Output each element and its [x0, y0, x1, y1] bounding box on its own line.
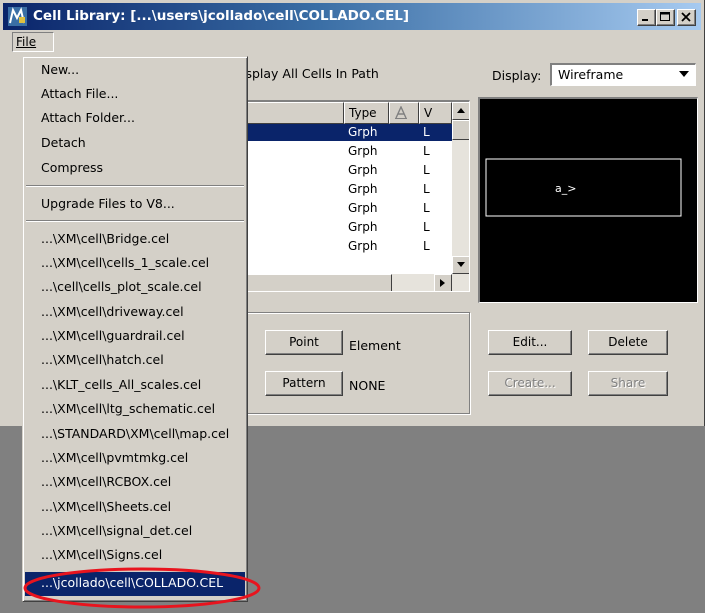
display-mode-select[interactable]: Wireframe: [550, 63, 696, 86]
arrow-right-icon: [440, 279, 445, 287]
menu-item-recent-file[interactable]: ...\XM\cell\Sheets.cel: [25, 496, 245, 520]
menu-file-label: File: [16, 35, 37, 49]
edit-button-label: Edit...: [512, 335, 548, 349]
horizontal-scroll-thumb[interactable]: [242, 274, 392, 291]
point-button-label: Point: [289, 335, 319, 349]
menu-item-recent-file[interactable]: ...\XM\cell\guardrail.cel: [25, 325, 245, 349]
share-button-label: Share: [610, 376, 646, 390]
table-row[interactable]: Grph L: [242, 219, 452, 236]
table-row[interactable]: Grph L: [242, 143, 452, 160]
table-row[interactable]: Grph L: [242, 124, 452, 141]
table-row[interactable]: Grph L: [242, 181, 452, 198]
cell-list-table[interactable]: Type V Grph L Grph L Grph L Grph L Grph L Grp…: [240, 100, 470, 292]
vertical-scrollbar[interactable]: [452, 102, 469, 274]
horizontal-scrollbar[interactable]: [242, 274, 469, 291]
display-label: Display:: [492, 68, 542, 83]
column-header-level[interactable]: V: [419, 102, 452, 124]
font-icon: [395, 105, 407, 119]
arrow-down-icon: [457, 262, 465, 267]
column-header-name[interactable]: [242, 102, 344, 124]
title-bar[interactable]: Cell Library: [...\users\jcollado\cell\C…: [3, 3, 701, 30]
table-row[interactable]: Grph L: [242, 238, 452, 255]
menu-item-recent-file[interactable]: ...\STANDARD\XM\cell\map.cel: [25, 423, 245, 447]
row-type: Grph: [348, 220, 378, 234]
pattern-button[interactable]: Pattern: [265, 371, 343, 396]
share-button[interactable]: Share: [588, 371, 668, 396]
scroll-up-button[interactable]: [452, 102, 469, 120]
table-row[interactable]: Grph L: [242, 162, 452, 179]
table-row[interactable]: Grph L: [242, 200, 452, 217]
menu-item-recent-file[interactable]: ...\XM\cell\RCBOX.cel: [25, 471, 245, 495]
create-button[interactable]: Create...: [488, 371, 572, 396]
active-pattern-value: NONE: [349, 378, 386, 393]
preview-cell-text: a_>: [555, 182, 576, 195]
menu-item-detach[interactable]: Detach: [25, 132, 245, 156]
scroll-right-button[interactable]: [434, 274, 452, 291]
file-menu-dropdown: New... Attach File... Attach Folder... D…: [22, 56, 248, 602]
row-type: Grph: [348, 144, 378, 158]
close-icon: [681, 12, 691, 22]
menu-item-new[interactable]: New...: [25, 59, 245, 83]
minimize-icon: [642, 19, 648, 21]
scroll-down-button[interactable]: [452, 256, 469, 274]
cell-preview: a_>: [478, 97, 698, 303]
menu-item-attach-file[interactable]: Attach File...: [25, 83, 245, 107]
menu-item-recent-file[interactable]: ...\XM\cell\cells_1_scale.cel: [25, 252, 245, 276]
menu-item-recent-file[interactable]: ...\XM\cell\hatch.cel: [25, 349, 245, 373]
menu-bar: File: [3, 31, 701, 53]
cell-library-window: Cell Library: [...\users\jcollado\cell\C…: [0, 0, 705, 613]
row-level: L: [423, 201, 430, 215]
pattern-button-label: Pattern: [282, 376, 326, 390]
menu-item-upgrade-files[interactable]: Upgrade Files to V8...: [25, 193, 245, 217]
active-point-value: Element: [349, 338, 401, 353]
row-level: L: [423, 144, 430, 158]
row-level: L: [423, 125, 430, 139]
menu-item-recent-file[interactable]: ...\cell\cells_plot_scale.cel: [25, 276, 245, 300]
highlight-ellipse-annotation: [23, 567, 261, 609]
active-cells-group: [240, 312, 470, 414]
menu-item-compress[interactable]: Compress: [25, 157, 245, 181]
maximize-button[interactable]: [656, 9, 675, 26]
row-level: L: [423, 239, 430, 253]
menu-item-recent-file[interactable]: ...\XM\cell\ltg_schematic.cel: [25, 398, 245, 422]
menu-separator: [26, 185, 244, 187]
column-header-type[interactable]: Type: [344, 102, 389, 124]
display-all-cells-label: isplay All Cells In Path: [242, 66, 379, 81]
point-button[interactable]: Point: [265, 330, 343, 355]
column-header-font[interactable]: [389, 102, 419, 124]
display-mode-value: Wireframe: [558, 67, 624, 82]
row-level: L: [423, 182, 430, 196]
menu-file[interactable]: File: [12, 32, 54, 52]
menu-item-recent-file[interactable]: ...\KLT_cells_All_scales.cel: [25, 374, 245, 398]
arrow-up-icon: [457, 108, 465, 113]
row-type: Grph: [348, 125, 378, 139]
menu-item-recent-file[interactable]: ...\XM\cell\Signs.cel: [25, 544, 245, 568]
menu-item-recent-file[interactable]: ...\XM\cell\driveway.cel: [25, 301, 245, 325]
menu-separator: [26, 220, 244, 222]
menu-item-recent-file[interactable]: ...\XM\cell\signal_det.cel: [25, 520, 245, 544]
close-button[interactable]: [677, 9, 696, 26]
maximize-icon: [660, 12, 670, 21]
preview-drawing: a_>: [485, 158, 682, 217]
row-type: Grph: [348, 201, 378, 215]
menu-item-attach-folder[interactable]: Attach Folder...: [25, 107, 245, 131]
edit-button[interactable]: Edit...: [488, 330, 572, 355]
chevron-down-icon: [679, 71, 689, 77]
table-header: Type V: [242, 102, 452, 124]
menu-item-recent-file[interactable]: ...\XM\cell\Bridge.cel: [25, 228, 245, 252]
delete-button-label: Delete: [608, 335, 648, 349]
row-level: L: [423, 163, 430, 177]
row-type: Grph: [348, 239, 378, 253]
microstation-app-icon: [8, 7, 27, 26]
row-level: L: [423, 220, 430, 234]
menu-item-recent-file[interactable]: ...\XM\cell\pvmtmkg.cel: [25, 447, 245, 471]
delete-button[interactable]: Delete: [588, 330, 668, 355]
vertical-scroll-thumb[interactable]: [452, 120, 469, 140]
minimize-button[interactable]: [637, 9, 656, 26]
create-button-label: Create...: [504, 376, 556, 390]
window-title: Cell Library: [...\users\jcollado\cell\C…: [33, 8, 410, 24]
row-type: Grph: [348, 182, 378, 196]
row-type: Grph: [348, 163, 378, 177]
